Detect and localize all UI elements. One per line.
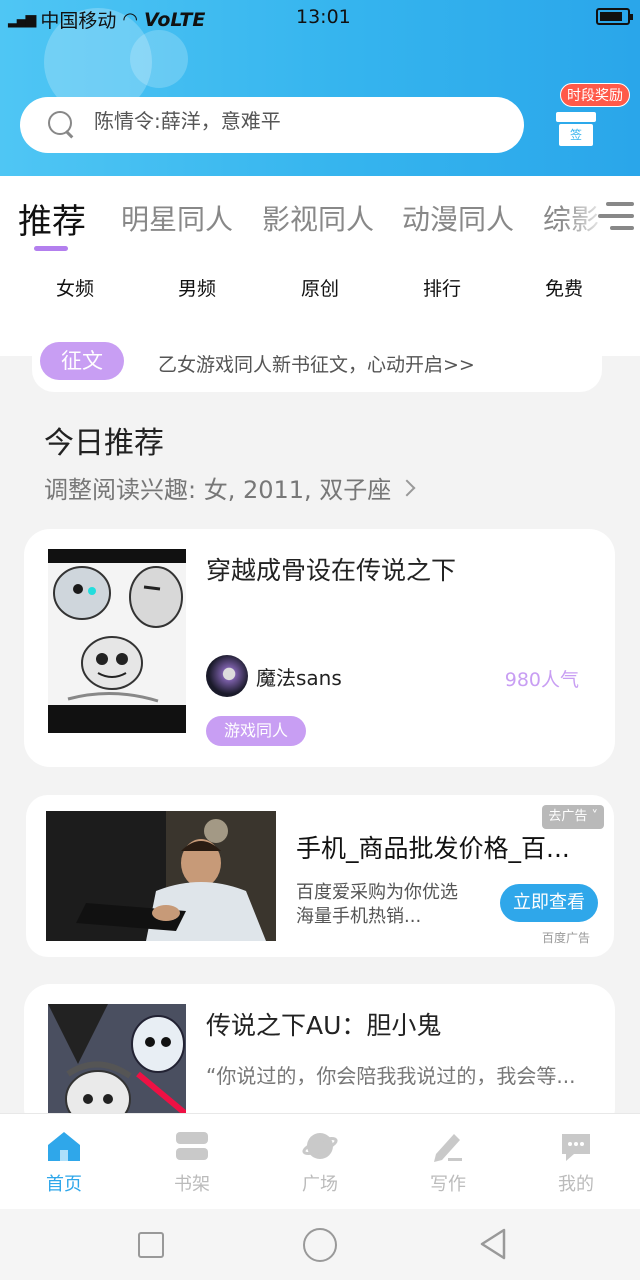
ad-photo <box>46 811 276 941</box>
book-description: “你说过的，你会陪我我说过的，我会等... <box>206 1064 576 1088</box>
chevron-down-icon: ˅ <box>591 809 599 824</box>
interest-settings-text: 调整阅读兴趣: 女, 2011, 双子座 <box>44 476 392 504</box>
cover-illustration <box>48 549 186 733</box>
chevron-right-icon <box>398 479 416 496</box>
genre-tag[interactable]: 游戏同人 <box>206 716 307 746</box>
notice-banner[interactable]: 征文 乙女游戏同人新书征文，心动开启>> <box>32 336 602 392</box>
subcat-original[interactable]: 原创 <box>280 274 360 301</box>
carrier-label: 中国移动 <box>40 10 117 32</box>
battery-icon <box>596 8 633 25</box>
notice-tag: 征文 <box>40 342 124 380</box>
status-time: 13:01 <box>296 6 351 28</box>
system-navigation-bar <box>0 1209 640 1280</box>
book-card[interactable]: 传说之下AU：胆小鬼 “你说过的，你会陪我我说过的，我会等... <box>24 984 615 1134</box>
subcat-male[interactable]: 男频 <box>157 274 237 301</box>
nav-home[interactable]: 首页 <box>24 1128 104 1196</box>
bottom-navigation: 首页 书架 广场 写作 我的 <box>0 1113 640 1209</box>
tab-recommend[interactable]: 推荐 <box>18 194 86 243</box>
view-now-button[interactable]: 立即查看 <box>500 884 598 922</box>
chat-bubble-icon <box>558 1128 594 1164</box>
subcat-ranking[interactable]: 排行 <box>402 274 482 301</box>
popularity-count: 980人气 <box>504 669 579 691</box>
bookshelf-icon <box>174 1128 210 1164</box>
gift-icon: 签 <box>559 124 593 146</box>
section-title: 今日推荐 <box>44 426 164 461</box>
book-card[interactable]: 穿越成骨设在传说之下 魔法sans 980人气 游戏同人 <box>24 529 615 767</box>
interest-settings-link[interactable]: 调整阅读兴趣: 女, 2011, 双子座 <box>44 470 416 505</box>
subcat-free[interactable]: 免费 <box>524 274 604 301</box>
planet-icon <box>302 1128 338 1164</box>
ad-card[interactable]: 手机_商品批发价格_百... 百度爱采购为你优选海量手机热销... 立即查看 去… <box>26 795 614 957</box>
subcat-female[interactable]: 女频 <box>35 274 115 301</box>
search-placeholder: 陈情令:薛洋，意难平 <box>94 108 281 133</box>
back-button[interactable] <box>478 1227 508 1265</box>
tab-film-fanfic[interactable]: 影视同人 <box>262 198 374 238</box>
wifi-icon: ◠ <box>122 9 139 30</box>
ad-source: 百度广告 <box>541 931 590 945</box>
nav-write-label: 写作 <box>430 1174 466 1195</box>
book-title: 穿越成骨设在传说之下 <box>206 556 457 585</box>
search-input[interactable]: 陈情令:薛洋，意难平 <box>20 97 524 153</box>
remove-ad-label: 去广告 <box>548 809 588 824</box>
ad-description: 百度爱采购为你优选海量手机热销... <box>296 882 458 927</box>
home-icon <box>46 1128 82 1164</box>
nav-bookshelf[interactable]: 书架 <box>152 1128 232 1196</box>
battery-fill <box>600 12 622 21</box>
volte-label: VoLTE <box>144 8 206 31</box>
nav-write[interactable]: 写作 <box>408 1128 488 1196</box>
recent-apps-button[interactable] <box>138 1232 164 1258</box>
ad-image <box>46 811 276 941</box>
book-author: 魔法sans <box>206 655 342 697</box>
decorative-bubble <box>130 30 188 88</box>
category-tabs: 推荐 明星同人 影视同人 动漫同人 综影 <box>0 194 640 254</box>
pen-icon <box>430 1128 466 1164</box>
ad-title: 手机_商品批发价格_百... <box>296 834 570 863</box>
search-icon <box>48 111 76 139</box>
book-cover <box>48 549 186 733</box>
active-tab-indicator <box>34 246 68 251</box>
author-name: 魔法sans <box>256 665 342 690</box>
nav-home-label: 首页 <box>46 1174 82 1195</box>
home-button[interactable] <box>303 1228 337 1262</box>
signal-icon: ▂▄▆ <box>8 11 36 28</box>
status-bar: ▂▄▆ 中国移动 ◠ VoLTE 13:01 <box>0 0 640 36</box>
notice-text: 乙女游戏同人新书征文，心动开启>> <box>158 354 475 376</box>
nav-bookshelf-label: 书架 <box>174 1174 210 1195</box>
nav-square-label: 广场 <box>302 1174 338 1195</box>
tab-anime-fanfic[interactable]: 动漫同人 <box>402 198 514 238</box>
book-title: 传说之下AU：胆小鬼 <box>206 1011 442 1040</box>
nav-square[interactable]: 广场 <box>280 1128 360 1196</box>
avatar <box>206 655 248 697</box>
subcategory-row: 女频 男频 原创 排行 免费 <box>0 274 640 304</box>
nav-mine-label: 我的 <box>558 1174 594 1195</box>
menu-icon[interactable] <box>598 200 634 232</box>
nav-mine[interactable]: 我的 <box>536 1128 616 1196</box>
gift-lid <box>556 112 596 122</box>
reward-badge[interactable]: 时段奖励 <box>560 83 630 107</box>
checkin-gift-button[interactable]: 签 <box>556 104 596 148</box>
remove-ad-button[interactable]: 去广告 ˅ <box>542 805 604 829</box>
status-left: ▂▄▆ 中国移动 ◠ VoLTE <box>8 6 205 33</box>
tab-star-fanfic[interactable]: 明星同人 <box>121 198 233 238</box>
